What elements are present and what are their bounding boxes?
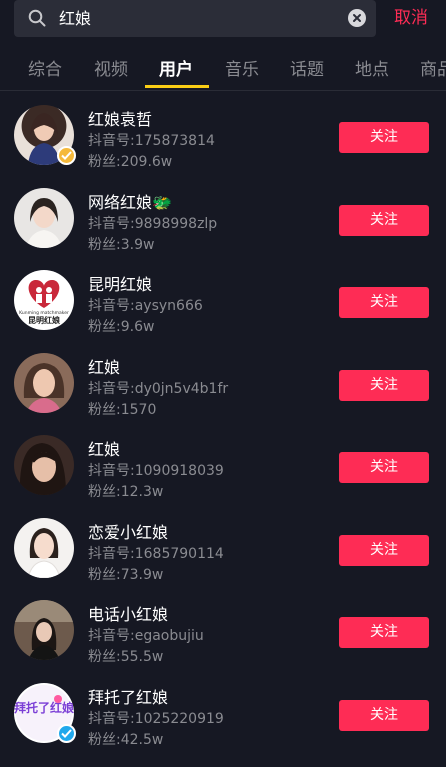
user-douyin-id: 抖音号:1090918039 <box>88 463 224 479</box>
follow-button[interactable]: 关注 <box>339 205 429 236</box>
follow-button[interactable]: 关注 <box>339 287 429 318</box>
tab-places[interactable]: 地点 <box>355 55 389 80</box>
tab-products[interactable]: 商品 <box>420 55 446 80</box>
user-name: 拜托了红娘 <box>88 688 169 707</box>
follow-button[interactable]: 关注 <box>339 700 429 731</box>
user-fans-count: 粉丝:42.5w <box>88 732 164 748</box>
avatar[interactable]: Kunming matchmaker 昆明红娘 <box>14 270 74 330</box>
category-tabs: 综合 视频 用户 音乐 话题 地点 商品 <box>0 45 446 91</box>
follow-button[interactable]: 关注 <box>339 535 429 566</box>
user-item[interactable]: Kunming matchmaker 昆明红娘 昆明红娘 抖音号:aysyn66… <box>0 261 446 343</box>
user-douyin-id: 抖音号:175873814 <box>88 133 215 149</box>
user-name: 昆明红娘 <box>88 275 153 294</box>
user-fans-count: 粉丝:12.3w <box>88 484 164 500</box>
user-item[interactable]: 红娘 抖音号:dy0jn5v4b1fr 粉丝:1570 关注 <box>0 344 446 426</box>
avatar[interactable] <box>14 435 74 495</box>
user-name: 电话小红娘 <box>88 605 169 624</box>
tab-comprehensive[interactable]: 综合 <box>28 55 62 80</box>
follow-button[interactable]: 关注 <box>339 452 429 483</box>
tab-music[interactable]: 音乐 <box>225 55 259 80</box>
user-douyin-id: 抖音号:dy0jn5v4b1fr <box>88 381 229 397</box>
avatar[interactable]: 拜托了红娘 <box>14 683 76 743</box>
clear-icon[interactable] <box>348 9 366 27</box>
user-name: 红娘 <box>88 358 121 377</box>
check-icon <box>61 729 72 738</box>
user-item[interactable]: 电话小红娘 抖音号:egaobujiu 粉丝:55.5w 关注 <box>0 591 446 673</box>
user-fans-count: 粉丝:73.9w <box>88 567 164 583</box>
user-fans-count: 粉丝:3.9w <box>88 237 155 253</box>
user-fans-count: 粉丝:9.6w <box>88 319 155 335</box>
cancel-button[interactable]: 取消 <box>394 0 428 37</box>
follow-button[interactable]: 关注 <box>339 617 429 648</box>
follow-button[interactable]: 关注 <box>339 370 429 401</box>
user-item[interactable]: 红娘 抖音号:1090918039 粉丝:12.3w 关注 <box>0 426 446 508</box>
user-name: 红娘 <box>88 440 121 459</box>
user-item[interactable]: 红娘袁哲 抖音号:175873814 粉丝:209.6w 关注 <box>0 96 446 178</box>
verified-badge-blue <box>57 724 76 743</box>
user-fans-count: 粉丝:1570 <box>88 402 157 418</box>
user-item[interactable]: 拜托了红娘 拜托了红娘 抖音号:1025220919 粉丝:42.5w 关注 <box>0 674 446 756</box>
search-icon <box>28 9 46 27</box>
avatar-logo-text: 拜托了红娘 <box>14 700 74 715</box>
search-bar[interactable]: 红娘 <box>14 0 376 37</box>
user-item[interactable]: 网络红娘🐲 抖音号:9898998zlp 粉丝:3.9w 关注 <box>0 179 446 261</box>
user-fans-count: 粉丝:55.5w <box>88 649 164 665</box>
follow-button[interactable]: 关注 <box>339 122 429 153</box>
verified-badge-gold <box>57 146 76 165</box>
avatar[interactable] <box>14 600 74 660</box>
check-icon <box>61 151 72 160</box>
user-douyin-id: 抖音号:9898998zlp <box>88 216 218 232</box>
user-douyin-id: 抖音号:1685790114 <box>88 546 224 562</box>
avatar-logo-text: 昆明红娘 <box>28 315 61 325</box>
avatar[interactable] <box>14 518 74 578</box>
user-douyin-id: 抖音号:1025220919 <box>88 711 224 727</box>
avatar[interactable] <box>14 188 74 248</box>
user-name: 红娘袁哲 <box>88 110 153 129</box>
tab-videos[interactable]: 视频 <box>94 55 128 80</box>
user-douyin-id: 抖音号:aysyn666 <box>88 298 203 314</box>
avatar[interactable] <box>14 105 76 165</box>
user-name: 网络红娘🐲 <box>88 193 172 212</box>
search-input[interactable]: 红娘 <box>59 0 339 37</box>
user-item[interactable]: 恋爱小红娘 抖音号:1685790114 粉丝:73.9w 关注 <box>0 509 446 591</box>
user-name: 恋爱小红娘 <box>88 523 169 542</box>
tab-topics[interactable]: 话题 <box>290 55 324 80</box>
avatar[interactable] <box>14 353 74 413</box>
user-douyin-id: 抖音号:egaobujiu <box>88 628 204 644</box>
active-tab-indicator <box>145 85 209 88</box>
tab-users[interactable]: 用户 <box>159 55 193 80</box>
user-fans-count: 粉丝:209.6w <box>88 154 173 170</box>
